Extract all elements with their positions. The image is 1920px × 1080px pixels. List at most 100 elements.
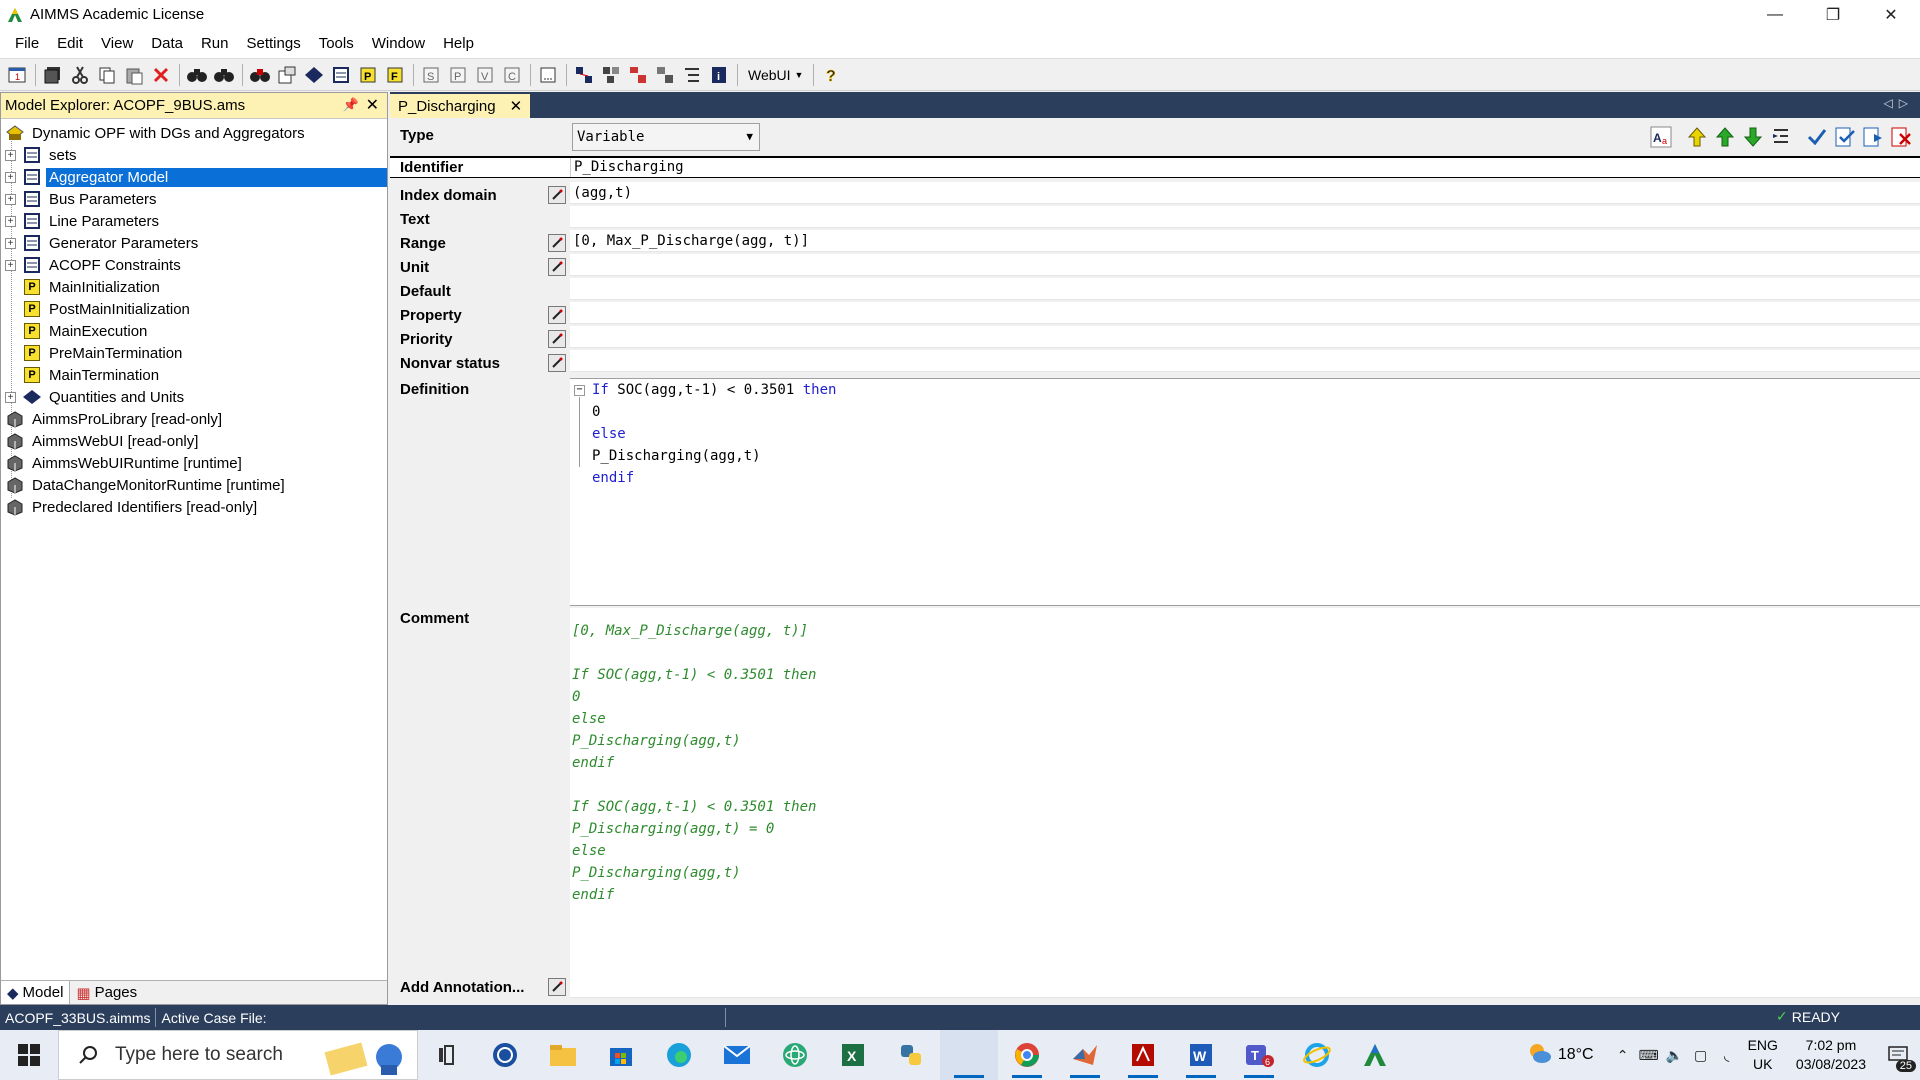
- taskbar-search[interactable]: Type here to search: [58, 1030, 418, 1080]
- python-icon[interactable]: [882, 1030, 940, 1080]
- tree-item-acopf-constraints[interactable]: + ACOPF Constraints: [5, 254, 184, 276]
- identifier-selector-icon[interactable]: [247, 62, 273, 88]
- tab-pages[interactable]: ▦ Pages: [70, 981, 143, 1004]
- menu-help[interactable]: Help: [434, 30, 483, 58]
- property-field[interactable]: [570, 302, 1920, 324]
- tree-item-line-parameters[interactable]: + Line Parameters: [5, 210, 162, 232]
- wizard-icon[interactable]: [548, 258, 566, 276]
- template-manager-icon[interactable]: [598, 62, 624, 88]
- file-explorer-icon[interactable]: [534, 1030, 592, 1080]
- close-window-button[interactable]: ✕: [1862, 0, 1920, 29]
- wizard-icon[interactable]: [548, 186, 566, 204]
- procedure-icon[interactable]: P: [355, 62, 381, 88]
- page-manager-icon[interactable]: [571, 62, 597, 88]
- edge-icon[interactable]: [650, 1030, 708, 1080]
- weather-icon[interactable]: [1526, 1040, 1552, 1070]
- variable-icon[interactable]: V: [472, 62, 498, 88]
- collapse-icon[interactable]: −: [574, 385, 585, 396]
- menu-tools[interactable]: Tools: [310, 30, 363, 58]
- menu-window[interactable]: Window: [363, 30, 434, 58]
- wizard-icon[interactable]: [548, 306, 566, 324]
- wifi-icon[interactable]: ◟: [1714, 1047, 1740, 1064]
- atom-app-icon[interactable]: [766, 1030, 824, 1080]
- tree-item-premaintermination[interactable]: P PreMainTermination: [22, 342, 185, 364]
- minimize-button[interactable]: —: [1746, 0, 1804, 29]
- nonvar-status-field[interactable]: [570, 350, 1920, 372]
- menu-view[interactable]: View: [92, 30, 142, 58]
- index-domain-field[interactable]: (agg,t): [570, 182, 1920, 204]
- arrow-up-icon[interactable]: [1712, 124, 1738, 150]
- input-method-icon[interactable]: ⌨: [1636, 1047, 1662, 1064]
- menu-builder-icon[interactable]: [625, 62, 651, 88]
- tree-item-library[interactable]: AimmsWebUIRuntime [runtime]: [5, 452, 245, 474]
- set-icon[interactable]: S: [418, 62, 444, 88]
- range-field[interactable]: [0, Max_P_Discharge(agg, t)]: [570, 230, 1920, 252]
- expand-icon[interactable]: +: [5, 193, 16, 205]
- section-icon[interactable]: [328, 62, 354, 88]
- find-icon[interactable]: [184, 62, 210, 88]
- expand-icon[interactable]: +: [5, 237, 16, 249]
- menu-settings[interactable]: Settings: [238, 30, 310, 58]
- tree-item-library[interactable]: AimmsProLibrary [read-only]: [5, 408, 225, 430]
- identifier-manager-icon[interactable]: [652, 62, 678, 88]
- unit-field[interactable]: [570, 254, 1920, 276]
- discard-close-icon[interactable]: [1888, 124, 1914, 150]
- toolbar-tree-icon[interactable]: [679, 62, 705, 88]
- aimms-launcher-icon[interactable]: [1346, 1030, 1404, 1080]
- new-page-icon[interactable]: 1: [4, 62, 30, 88]
- wizard-icon[interactable]: [548, 234, 566, 252]
- clock[interactable]: 7:02 pm 03/08/2023: [1796, 1036, 1866, 1074]
- expand-icon[interactable]: +: [5, 149, 16, 161]
- check-commit-icon[interactable]: [1832, 124, 1858, 150]
- store-icon[interactable]: [592, 1030, 650, 1080]
- paste-icon[interactable]: [121, 62, 147, 88]
- meet-now-icon[interactable]: ▢: [1688, 1047, 1714, 1064]
- save-all-icon[interactable]: [40, 62, 66, 88]
- tree-item-bus-parameters[interactable]: + Bus Parameters: [5, 188, 160, 210]
- volume-icon[interactable]: 🔈: [1662, 1047, 1688, 1064]
- definition-editor[interactable]: − If SOC(agg,t-1) < 0.3501 then 0 else P…: [570, 378, 1920, 606]
- menu-file[interactable]: File: [6, 30, 48, 58]
- tree-item-aggregator-model[interactable]: + Aggregator Model: [5, 166, 387, 188]
- tree-item-maininitialization[interactable]: P MainInitialization: [22, 276, 163, 298]
- menu-run[interactable]: Run: [192, 30, 238, 58]
- arrow-down-icon[interactable]: [1740, 124, 1766, 150]
- expand-icon[interactable]: +: [5, 391, 16, 403]
- close-tab-icon[interactable]: ✕: [510, 97, 523, 115]
- data-manager-icon[interactable]: [274, 62, 300, 88]
- tree-item-postmaininitialization[interactable]: P PostMainInitialization: [22, 298, 193, 320]
- dell-app-icon[interactable]: [476, 1030, 534, 1080]
- chrome-icon[interactable]: [998, 1030, 1056, 1080]
- default-field[interactable]: [570, 278, 1920, 300]
- wizard-icon[interactable]: [548, 354, 566, 372]
- wizard-icon[interactable]: [548, 330, 566, 348]
- tree-item-quantities-and-units[interactable]: + Quantities and Units: [5, 386, 187, 408]
- tab-model[interactable]: ◆ Model: [1, 981, 71, 1004]
- excel-icon[interactable]: X: [824, 1030, 882, 1080]
- tree-item-library[interactable]: Predeclared Identifiers [read-only]: [5, 496, 260, 518]
- check-icon[interactable]: [1804, 124, 1830, 150]
- identifier-field[interactable]: P_Discharging: [570, 158, 1920, 177]
- notification-center-icon[interactable]: 25: [1876, 1030, 1920, 1080]
- cut-icon[interactable]: [67, 62, 93, 88]
- tree-item-library[interactable]: AimmsWebUI [read-only]: [5, 430, 201, 452]
- tree-item-generator-parameters[interactable]: + Generator Parameters: [5, 232, 201, 254]
- internet-explorer-icon[interactable]: [1288, 1030, 1346, 1080]
- expand-icon[interactable]: +: [5, 259, 16, 271]
- tab-scroll-arrows[interactable]: ◁▷: [1884, 96, 1914, 110]
- pin-icon[interactable]: 📌: [343, 97, 359, 113]
- restore-button[interactable]: ❐: [1804, 0, 1862, 29]
- word-icon[interactable]: W: [1172, 1030, 1230, 1080]
- chevron-up-icon[interactable]: ⌃: [1610, 1047, 1636, 1064]
- indent-icon[interactable]: [1768, 124, 1794, 150]
- acrobat-icon[interactable]: [1114, 1030, 1172, 1080]
- task-view-icon[interactable]: [418, 1030, 476, 1080]
- mail-icon[interactable]: [708, 1030, 766, 1080]
- wizard-icon[interactable]: [548, 978, 566, 996]
- tree-item-maintermination[interactable]: P MainTermination: [22, 364, 162, 386]
- page-icon[interactable]: [535, 62, 561, 88]
- model-explorer-icon[interactable]: [301, 62, 327, 88]
- windows-start-icon[interactable]: [0, 1030, 58, 1080]
- expand-icon[interactable]: +: [5, 171, 16, 183]
- find-next-icon[interactable]: [211, 62, 237, 88]
